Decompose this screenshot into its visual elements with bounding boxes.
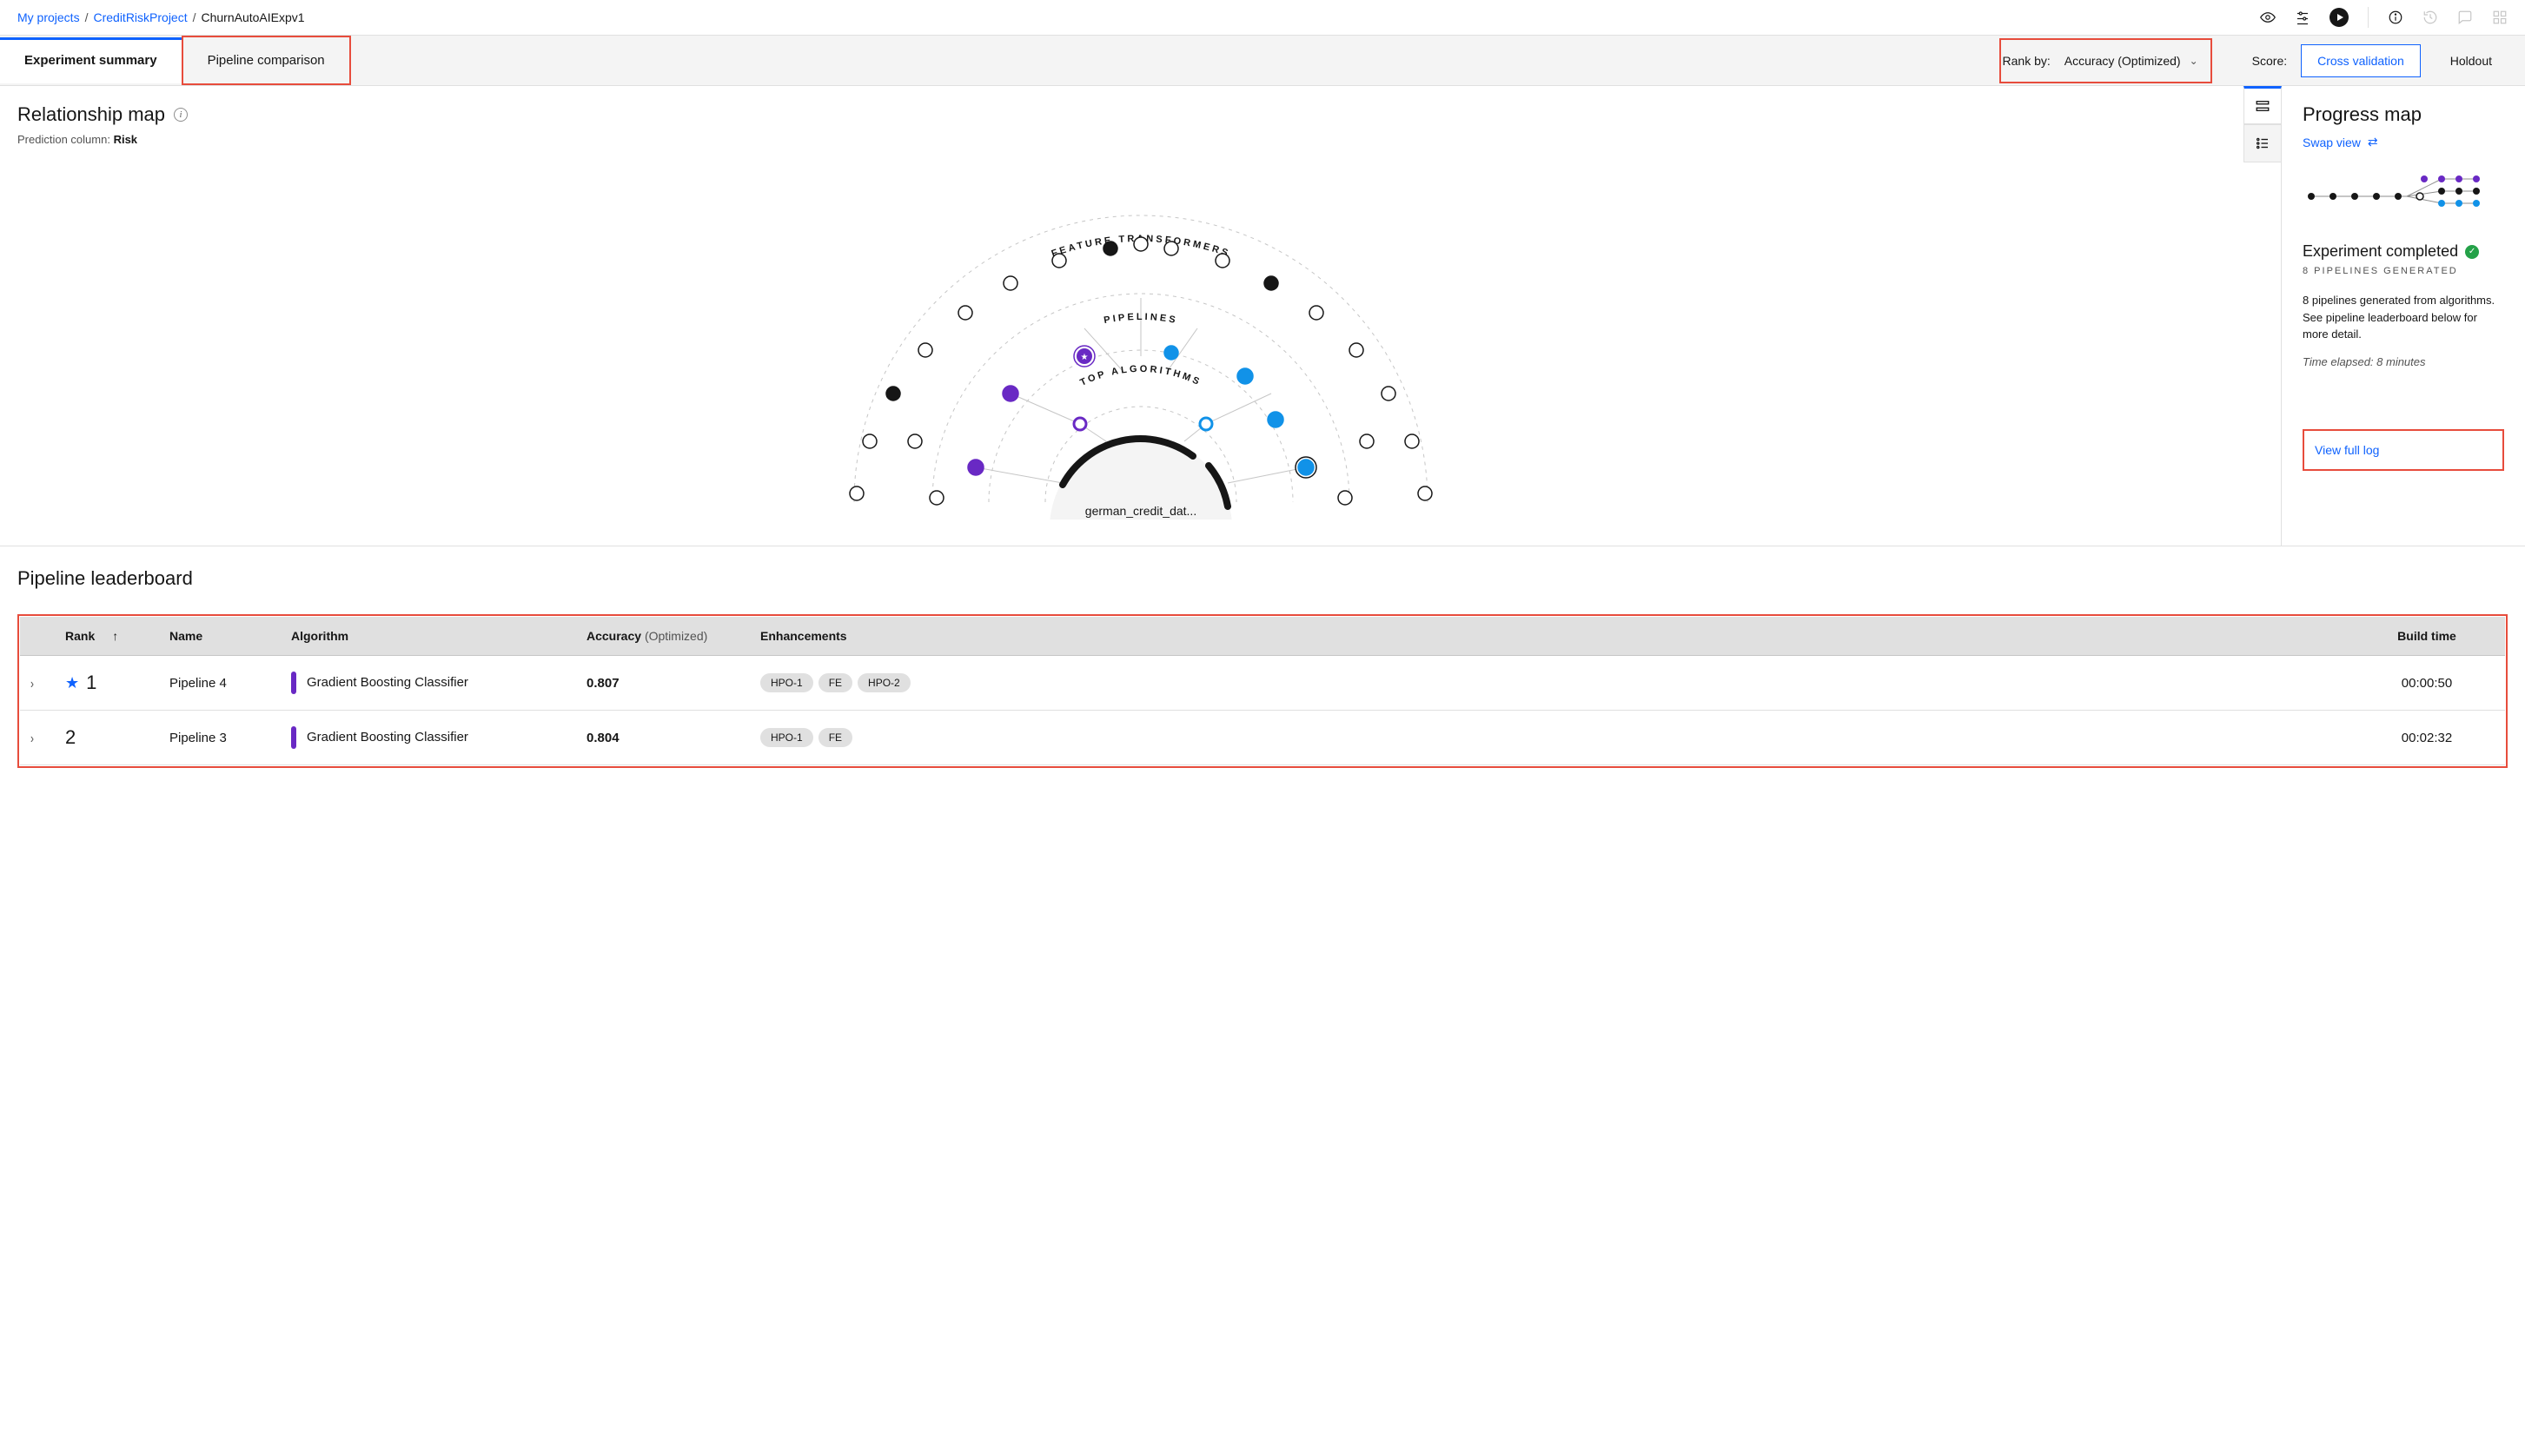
col-algorithm[interactable]: Algorithm <box>281 617 576 656</box>
svg-text:TOP ALGORITHMS: TOP ALGORITHMS <box>1078 364 1203 388</box>
rank-by-label: Rank by: <box>2003 54 2051 68</box>
build-time-value: 00:00:50 <box>2349 656 2505 711</box>
toolbar-separator <box>2368 7 2369 28</box>
prediction-column-label: Prediction column: <box>17 133 110 146</box>
col-build-time[interactable]: Build time <box>2349 617 2505 656</box>
tab-pipeline-comparison[interactable]: Pipeline comparison <box>182 36 351 85</box>
enhancements-cell: HPO-1 FE <box>750 711 2349 765</box>
breadcrumb-root[interactable]: My projects <box>17 10 80 24</box>
pipeline-name: Pipeline 3 <box>159 711 281 765</box>
breadcrumb: My projects / CreditRiskProject / ChurnA… <box>17 10 305 24</box>
col-name[interactable]: Name <box>159 617 281 656</box>
check-icon: ✓ <box>2465 245 2479 259</box>
enhancement-pill: FE <box>818 673 852 692</box>
relationship-map-visualization[interactable]: FEATURE TRANSFORMERS PIPELINES TOP ALGOR… <box>17 155 2263 520</box>
score-cross-validation-button[interactable]: Cross validation <box>2301 44 2421 77</box>
grid-icon <box>2492 10 2508 25</box>
table-row[interactable]: › ★ 1 Pipeline 4 Gradient Boosting Classifie… <box>20 656 2505 711</box>
accuracy-value: 0.804 <box>576 711 750 765</box>
view-full-log-link[interactable]: View full log <box>2303 429 2504 471</box>
sort-ascending-icon[interactable]: ↑ <box>112 629 118 643</box>
progress-map-title: Progress map <box>2303 103 2504 126</box>
breadcrumb-separator: / <box>193 10 196 24</box>
pipelines-generated-count: 8 PIPELINES GENERATED <box>2303 266 2504 276</box>
pipeline-leaderboard-title: Pipeline leaderboard <box>17 567 2508 590</box>
swap-icon: ⇄ <box>2368 135 2378 149</box>
rank-value: 1 <box>86 672 96 694</box>
score-label: Score: <box>2252 54 2287 68</box>
enhancements-cell: HPO-1 FE HPO-2 <box>750 656 2349 711</box>
build-time-value: 00:02:32 <box>2349 711 2505 765</box>
col-accuracy[interactable]: Accuracy <box>587 629 641 643</box>
pipeline-name: Pipeline 4 <box>159 656 281 711</box>
relationship-map-title: Relationship map <box>17 103 165 126</box>
chevron-down-icon: ⌄ <box>2190 55 2198 67</box>
rank-by-select[interactable]: Accuracy (Optimized) ⌄ <box>2061 49 2202 73</box>
rank-by-value: Accuracy (Optimized) <box>2064 54 2181 68</box>
experiment-description: 8 pipelines generated from algorithms. S… <box>2303 292 2504 343</box>
time-elapsed: Time elapsed: 8 minutes <box>2303 355 2504 368</box>
accuracy-value: 0.807 <box>576 656 750 711</box>
enhancement-pill: HPO-2 <box>858 673 911 692</box>
run-icon[interactable] <box>2329 8 2349 27</box>
tab-experiment-summary[interactable]: Experiment summary <box>0 37 182 83</box>
enhancement-pill: FE <box>818 728 852 747</box>
svg-text:german_credit_dat...: german_credit_dat... <box>1084 504 1196 518</box>
comment-icon <box>2457 10 2473 25</box>
eye-icon[interactable] <box>2260 10 2276 25</box>
history-icon <box>2422 10 2438 25</box>
info-icon[interactable] <box>2388 10 2403 25</box>
info-icon[interactable]: i <box>174 108 188 122</box>
breadcrumb-project[interactable]: CreditRiskProject <box>93 10 187 24</box>
progress-mini-visualization <box>2303 170 2504 216</box>
score-holdout-button[interactable]: Holdout <box>2435 45 2508 76</box>
svg-text:★: ★ <box>1080 353 1088 362</box>
star-icon: ★ <box>65 674 79 692</box>
pipeline-leaderboard-table: Rank↑ Name Algorithm Accuracy (Optimized… <box>20 617 2505 765</box>
algorithm-name: Gradient Boosting Classifier <box>307 675 468 690</box>
expand-chevron-icon[interactable]: › <box>30 675 34 691</box>
settings-sliders-icon[interactable] <box>2295 10 2310 25</box>
algorithm-color-bar <box>291 672 296 694</box>
prediction-column-value: Risk <box>114 133 137 146</box>
expand-chevron-icon[interactable]: › <box>30 730 34 745</box>
enhancement-pill: HPO-1 <box>760 673 813 692</box>
table-row[interactable]: › 2 Pipeline 3 Gradient Boosting Classifier… <box>20 711 2505 765</box>
algorithm-color-bar <box>291 726 296 749</box>
view-map-button[interactable] <box>2243 86 2282 124</box>
algorithm-name: Gradient Boosting Classifier <box>307 730 468 745</box>
swap-view-link[interactable]: Swap view ⇄ <box>2303 135 2378 149</box>
breadcrumb-separator: / <box>85 10 89 24</box>
col-enhancements[interactable]: Enhancements <box>750 617 2349 656</box>
breadcrumb-current: ChurnAutoAIExpv1 <box>202 10 305 24</box>
experiment-completed-title: Experiment completed <box>2303 242 2458 261</box>
rank-value: 2 <box>65 726 76 749</box>
enhancement-pill: HPO-1 <box>760 728 813 747</box>
col-rank[interactable]: Rank <box>65 629 95 643</box>
